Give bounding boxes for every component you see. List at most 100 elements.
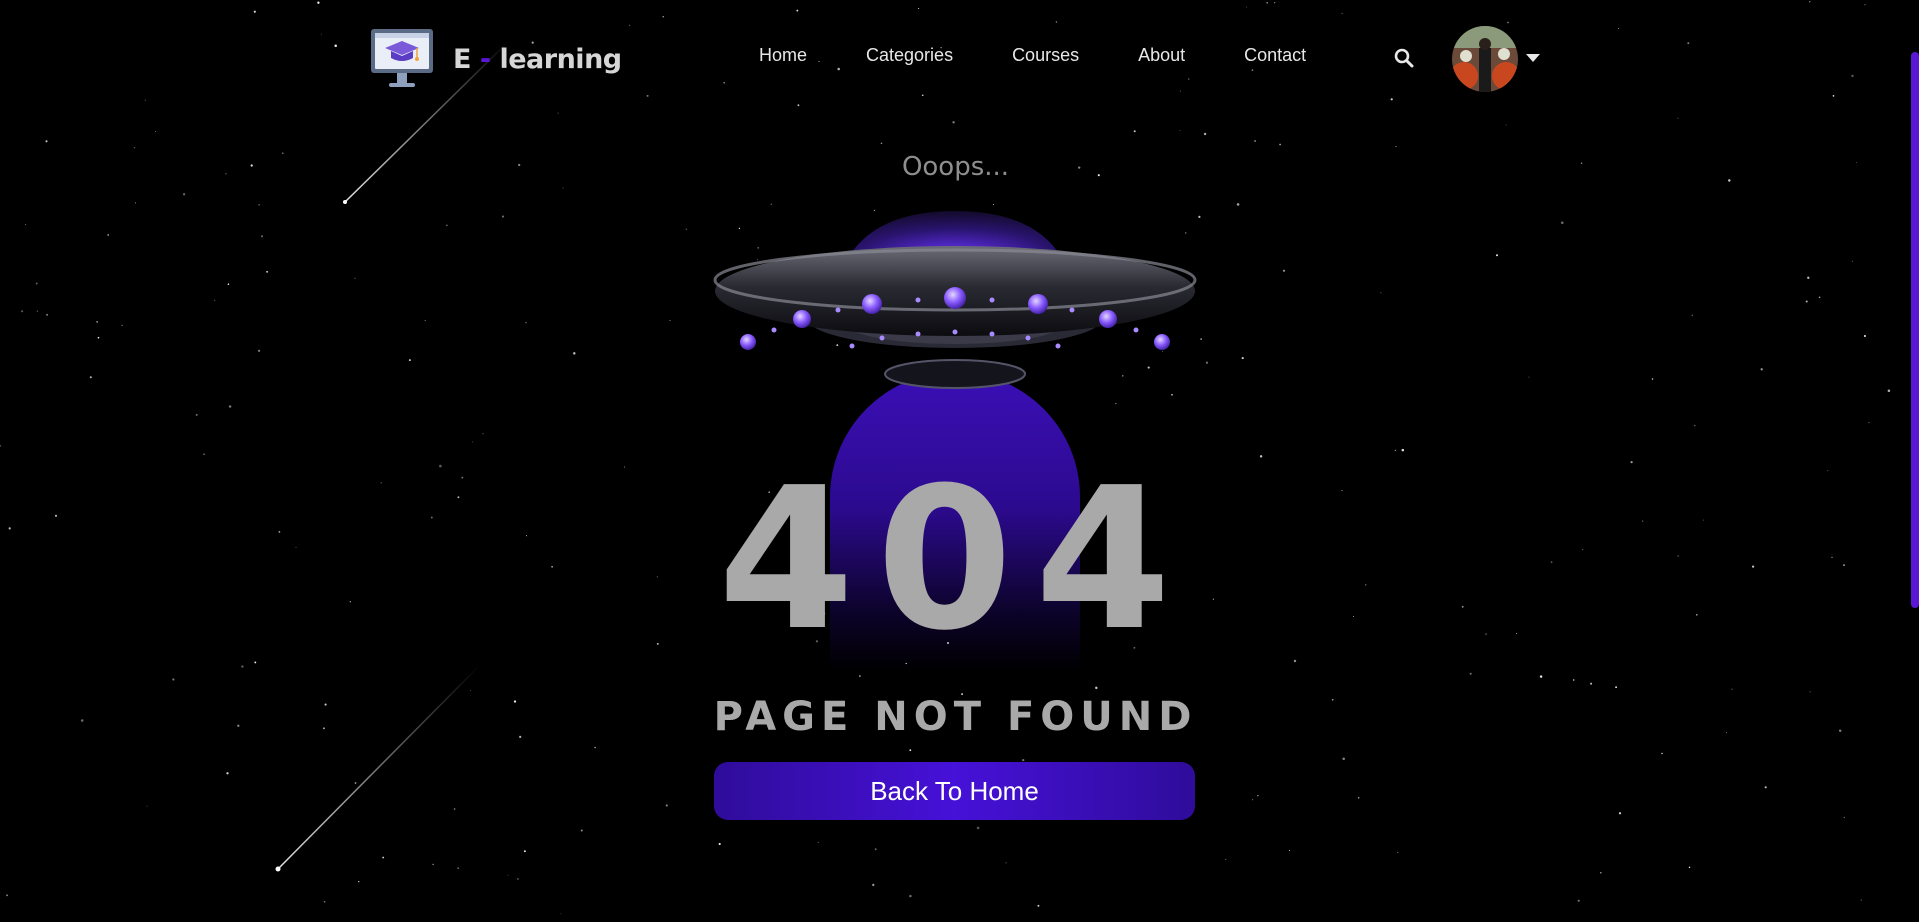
brand-name: E - learning <box>453 44 622 75</box>
brand-name-dash: - <box>479 43 491 75</box>
star <box>408 359 411 362</box>
star <box>195 413 198 416</box>
star <box>859 675 861 677</box>
star <box>1505 124 1507 126</box>
star <box>1539 675 1543 678</box>
star <box>89 376 92 379</box>
star <box>501 215 505 218</box>
star <box>523 850 526 853</box>
star <box>257 349 261 352</box>
star <box>1380 292 1382 294</box>
star <box>1179 129 1181 131</box>
star <box>1133 130 1136 133</box>
star <box>665 804 668 807</box>
star <box>97 336 100 339</box>
star <box>1037 904 1040 907</box>
star <box>685 228 687 230</box>
star <box>228 405 232 408</box>
star <box>1572 679 1575 681</box>
star <box>1851 260 1853 262</box>
star <box>1760 368 1763 371</box>
star <box>562 187 564 189</box>
star <box>25 223 27 226</box>
nav-about[interactable]: About <box>1138 45 1185 66</box>
star <box>182 193 186 196</box>
search-icon[interactable] <box>1394 48 1414 68</box>
star <box>1496 254 1498 257</box>
error-code: 404 <box>717 446 1194 674</box>
star <box>1600 872 1602 874</box>
star <box>1198 215 1201 218</box>
star <box>121 324 123 327</box>
nav-contact[interactable]: Contact <box>1244 45 1306 66</box>
star <box>1577 899 1580 902</box>
star <box>323 901 326 903</box>
star <box>874 848 877 851</box>
nav-courses[interactable]: Courses <box>1012 45 1079 66</box>
star <box>1401 448 1405 452</box>
scrollbar-thumb[interactable] <box>1911 52 1919 608</box>
star <box>573 352 576 355</box>
star <box>1651 378 1654 380</box>
star <box>580 829 583 832</box>
avatar-photo <box>1452 26 1518 92</box>
star <box>1205 361 1209 364</box>
star <box>718 842 721 846</box>
star <box>594 746 596 749</box>
star <box>6 894 9 897</box>
star <box>1282 269 1286 272</box>
ufo-illustration <box>713 211 1197 389</box>
star <box>1731 688 1733 690</box>
star <box>1252 799 1254 801</box>
star <box>507 874 509 876</box>
star <box>21 310 24 313</box>
star <box>525 322 527 324</box>
star <box>1241 357 1244 360</box>
nav-categories[interactable]: Categories <box>866 45 953 66</box>
avatar[interactable] <box>1452 26 1518 92</box>
not-found-page: E - learning Home Categories Courses Abo… <box>0 0 1919 922</box>
star <box>469 689 471 691</box>
star <box>226 772 229 775</box>
star <box>241 665 244 668</box>
star <box>354 782 357 784</box>
star <box>1257 795 1259 797</box>
star <box>258 203 260 206</box>
star <box>227 283 230 285</box>
star <box>382 856 385 859</box>
star <box>1022 758 1025 762</box>
star <box>1357 797 1360 799</box>
site-header: E - learning Home Categories Courses Abo… <box>0 0 1911 116</box>
star <box>354 277 356 279</box>
star <box>457 867 459 869</box>
star <box>1203 132 1207 136</box>
star <box>172 678 175 681</box>
star <box>254 661 257 664</box>
star <box>952 121 955 124</box>
graduation-cap-monitor-icon <box>371 29 433 87</box>
star <box>45 140 48 143</box>
star <box>1395 146 1397 148</box>
nav-home[interactable]: Home <box>759 45 807 66</box>
back-to-home-button[interactable]: Back To Home <box>714 762 1195 820</box>
star <box>1528 376 1530 378</box>
star <box>133 147 135 149</box>
star <box>880 142 883 145</box>
star <box>146 805 148 807</box>
star <box>482 433 484 435</box>
star <box>446 224 448 227</box>
star <box>1254 139 1257 143</box>
star <box>1288 849 1291 851</box>
star <box>135 202 137 204</box>
star <box>1279 143 1281 146</box>
oops-text: Ooops... <box>901 152 1010 182</box>
star <box>1887 389 1891 393</box>
star <box>560 913 562 915</box>
star <box>909 894 912 898</box>
brand-logo[interactable]: E - learning <box>369 27 622 91</box>
star <box>471 441 473 443</box>
star <box>1764 786 1767 789</box>
chevron-down-icon[interactable] <box>1526 53 1540 63</box>
star <box>214 299 216 301</box>
star <box>424 319 426 321</box>
